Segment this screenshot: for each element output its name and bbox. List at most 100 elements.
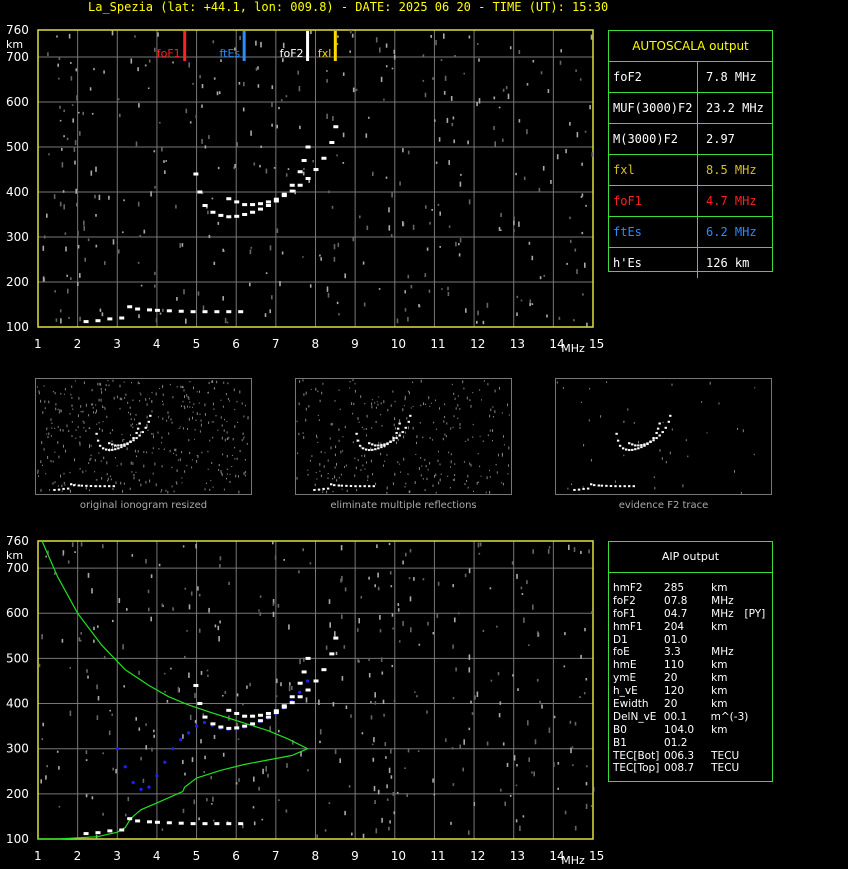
noise-dot [359, 215, 361, 219]
thumb-noise [147, 429, 149, 431]
noise-dot [556, 154, 559, 160]
echo-point [329, 652, 335, 656]
thumb-echo [383, 443, 386, 446]
thumb-echo [623, 485, 626, 488]
noise-dot [581, 162, 583, 166]
thumb-echo [380, 444, 383, 447]
echo-point [83, 320, 89, 324]
profile-point [123, 765, 127, 769]
noise-dot [147, 589, 150, 594]
thumb-echo [615, 432, 618, 435]
noise-dot [222, 752, 225, 757]
noise-dot [550, 180, 552, 184]
noise-dot [195, 543, 197, 549]
noise-dot [164, 690, 166, 693]
thumb-noise [175, 481, 177, 483]
noise-dot [269, 309, 271, 314]
thumb-echo [144, 426, 147, 429]
echo-point [305, 145, 311, 149]
noise-dot [93, 639, 95, 643]
thumb-noise [330, 423, 332, 426]
thumb-noise [380, 402, 382, 405]
aip-cell: foF1 [613, 607, 636, 620]
thumb-noise [427, 468, 429, 471]
aip-cell [745, 698, 772, 711]
noise-dot [252, 806, 255, 809]
profile-point [305, 679, 310, 683]
thumb-echo [643, 443, 646, 446]
noise-dot [402, 560, 404, 565]
thumb-noise [422, 436, 424, 439]
noise-dot [381, 817, 383, 823]
noise-dot [319, 740, 321, 744]
noise-dot [332, 701, 335, 707]
thumb-noise [217, 429, 219, 431]
noise-dot [337, 35, 339, 38]
noise-dot [468, 667, 471, 673]
noise-dot [87, 675, 89, 679]
thumb-noise [349, 387, 351, 389]
thumb-noise [221, 436, 223, 440]
noise-dot [382, 699, 385, 704]
noise-dot [206, 669, 209, 672]
thumb-noise [188, 417, 190, 421]
noise-dot [500, 212, 502, 217]
echo-point [226, 822, 232, 826]
noise-dot [185, 108, 188, 114]
thumb-noise [492, 406, 494, 408]
thumb-echo [117, 444, 120, 447]
noise-dot [586, 322, 588, 328]
noise-dot [570, 747, 572, 754]
thumb-noise [298, 402, 300, 406]
thumb-noise [130, 434, 131, 436]
aip-cell: 01.2 [664, 736, 688, 749]
noise-dot [422, 54, 425, 57]
noise-dot [95, 214, 97, 217]
thumb-noise [241, 439, 243, 442]
thumb-noise [191, 459, 193, 461]
noise-dot [142, 778, 145, 783]
autoscala-key: h'Es [609, 248, 698, 278]
thumb-echo [149, 414, 152, 417]
noise-dot [283, 559, 285, 561]
noise-dot [257, 84, 260, 88]
thumb-noise [490, 408, 492, 412]
noise-dot [569, 216, 571, 220]
thumb-noise [179, 458, 181, 462]
noise-dot [68, 33, 71, 39]
noise-dot [588, 549, 590, 554]
noise-dot [71, 542, 74, 547]
thumb-echo [656, 427, 660, 430]
noise-dot [470, 700, 472, 704]
thumb-noise [457, 417, 459, 419]
noise-dot [520, 586, 523, 590]
noise-dot [182, 759, 184, 765]
thumb-noise [192, 411, 194, 413]
echo-point [95, 319, 101, 323]
thumb-noise [44, 400, 46, 403]
echo-point [178, 309, 184, 313]
thumb-noise [354, 474, 356, 477]
noise-dot [493, 126, 495, 130]
thumb-echo [589, 483, 593, 486]
thumb-noise [386, 486, 388, 490]
thumb-noise [131, 471, 133, 473]
noise-dot [288, 624, 290, 630]
noise-dot [584, 627, 586, 632]
noise-dot [297, 70, 299, 75]
echo-point [265, 711, 271, 715]
noise-dot [434, 119, 436, 122]
thumb-noise [466, 480, 468, 482]
thumb-noise [412, 426, 414, 430]
noise-dot [269, 245, 272, 251]
x-tick-label: 1 [34, 849, 42, 863]
thumb-noise [85, 487, 87, 490]
noise-dot [477, 43, 479, 45]
noise-dot [518, 119, 521, 123]
thumb-noise [397, 439, 399, 441]
thumb-noise [111, 429, 113, 432]
noise-dot [553, 715, 556, 719]
thumb-noise [212, 402, 214, 406]
x-tick-label: 5 [193, 849, 201, 863]
echo-point [154, 308, 160, 312]
